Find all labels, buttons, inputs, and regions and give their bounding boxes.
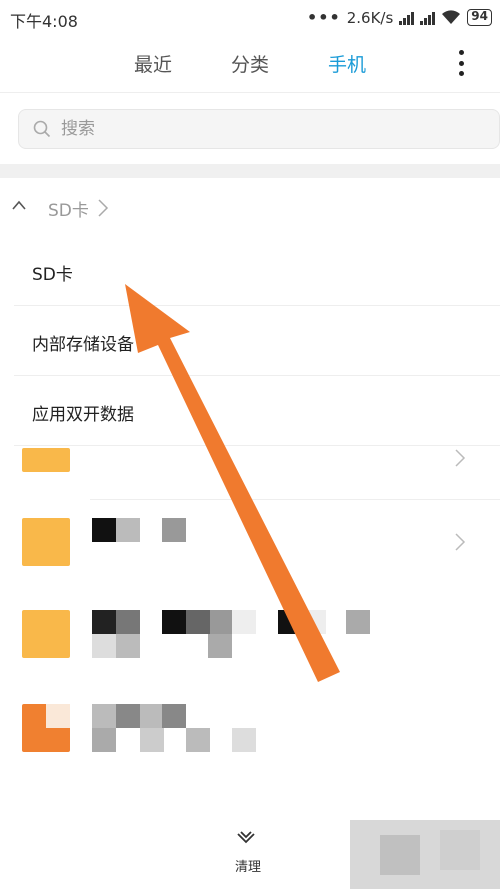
menu-item-internal-storage[interactable]: 内部存储设备 <box>14 306 500 376</box>
search-section <box>0 92 500 164</box>
status-time: 下午4:08 <box>10 12 78 31</box>
folder-icon <box>22 518 70 566</box>
menu-item-label: 内部存储设备 <box>32 335 134 355</box>
tab-category[interactable]: 分类 <box>231 50 269 77</box>
list-item[interactable] <box>0 684 500 776</box>
top-tabs: 最近 分类 手机 <box>0 36 500 92</box>
broom-icon <box>237 831 255 844</box>
clean-button[interactable]: 清理 <box>224 828 284 878</box>
menu-item-label: 应用双开数据 <box>32 405 134 425</box>
notification-dots-icon: ••• <box>307 8 341 27</box>
breadcrumb[interactable]: SD卡 <box>0 178 500 236</box>
bottom-bar: 清理 <box>0 800 500 889</box>
menu-item-sd-card[interactable]: SD卡 <box>14 236 500 306</box>
status-bar: 下午4:08 ••• 2.6K/s 94 <box>0 0 500 36</box>
blurred-thumbnail <box>116 518 140 542</box>
breadcrumb-current[interactable]: SD卡 <box>48 196 89 221</box>
menu-item-dual-app-data[interactable]: 应用双开数据 <box>14 376 500 446</box>
tab-recent[interactable]: 最近 <box>134 50 172 77</box>
list-item[interactable] <box>0 592 500 684</box>
status-indicators: ••• 2.6K/s 94 <box>307 8 492 27</box>
signal-icon <box>420 11 436 25</box>
folder-icon <box>22 610 70 658</box>
search-input[interactable] <box>61 116 461 142</box>
blurred-thumbnail <box>92 518 116 542</box>
menu-item-label: SD卡 <box>32 265 73 285</box>
more-options-icon[interactable] <box>458 50 464 76</box>
folder-icon <box>22 448 70 472</box>
section-divider <box>0 164 500 178</box>
wifi-icon <box>442 10 461 24</box>
caret-up-icon[interactable] <box>12 200 26 210</box>
search-box[interactable] <box>18 109 500 149</box>
blurred-thumbnail <box>162 518 186 542</box>
list-item[interactable] <box>0 500 500 592</box>
search-icon <box>33 120 51 138</box>
list-item[interactable] <box>0 448 500 500</box>
chevron-right-icon <box>98 199 109 217</box>
battery-indicator: 94 <box>467 9 492 26</box>
tab-phone[interactable]: 手机 <box>328 50 366 77</box>
storage-menu: SD卡 内部存储设备 应用双开数据 <box>14 236 500 448</box>
clean-label: 清理 <box>235 860 262 875</box>
network-speed: 2.6K/s <box>346 8 394 27</box>
signal-hd-icon <box>399 11 415 25</box>
chevron-right-icon <box>455 533 466 551</box>
chevron-right-icon <box>455 449 466 467</box>
